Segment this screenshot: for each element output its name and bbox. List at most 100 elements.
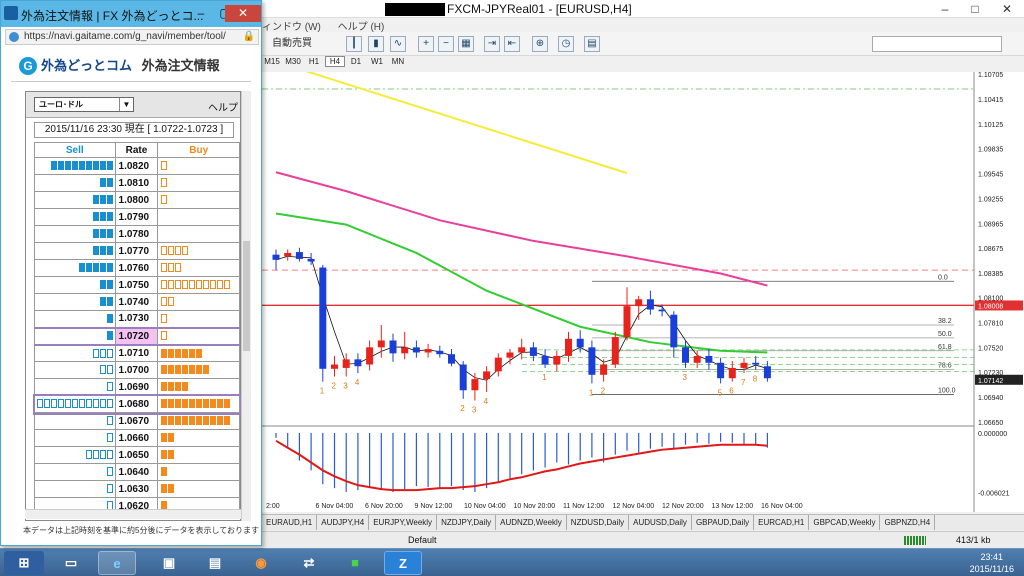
order-row: 1.0700: [34, 361, 240, 379]
gaitame-close-button[interactable]: ✕: [225, 5, 261, 22]
fib-level-label: 50.0: [938, 331, 952, 338]
tf-w1[interactable]: W1: [367, 57, 387, 66]
close-button[interactable]: ✕: [992, 0, 1022, 18]
pair-select[interactable]: ユーロ･ドル ▼: [34, 97, 134, 112]
teamviewer-icon[interactable]: ⇄: [290, 551, 328, 575]
buy-stop-square: [168, 246, 175, 256]
system-clock[interactable]: 23:41 2015/11/16: [970, 551, 1014, 575]
symbol-tab[interactable]: EURAUD,H1: [262, 515, 318, 530]
mt4-taskbar-icon[interactable]: Z: [384, 551, 422, 575]
buy-stop-square: [168, 263, 175, 273]
symbol-tab[interactable]: EURCAD,H1: [754, 515, 810, 530]
help-link[interactable]: ヘルプ: [208, 99, 238, 114]
search-input[interactable]: [872, 36, 1002, 52]
sell-stop-square: [99, 365, 106, 375]
price-axis-label: 1.10125: [978, 122, 1003, 129]
gaitame-minimize-button[interactable]: –: [189, 5, 213, 22]
auto-trading-button[interactable]: 自動売買: [272, 35, 312, 53]
price-axis-label: 1.09545: [978, 172, 1003, 179]
time-axis-label: 11 Nov 12:00: [563, 503, 604, 510]
candle-body: [483, 371, 491, 380]
app-icon-2[interactable]: ▤: [196, 551, 234, 575]
sell-limit-square: [106, 212, 113, 222]
buy-orders-cell: [157, 276, 240, 294]
ie-browser-icon[interactable]: e: [98, 551, 136, 575]
sell-stop-square: [92, 348, 99, 358]
sell-limit-square: [106, 161, 113, 171]
bar-chart-icon[interactable]: ┃: [346, 36, 362, 52]
zoom-in-icon[interactable]: +: [418, 36, 434, 52]
zoom-out-icon[interactable]: −: [438, 36, 454, 52]
fib-level-label: 100.0: [938, 388, 956, 395]
sell-stop-square: [106, 433, 113, 443]
address-bar[interactable]: https://navi.gaitame.com/g_navi/member/t…: [5, 29, 259, 45]
line-chart-icon[interactable]: ∿: [390, 36, 406, 52]
line-app-icon[interactable]: ■: [336, 551, 374, 575]
sell-limit-square: [71, 161, 78, 171]
symbol-tab[interactable]: GBPCAD,Weekly: [809, 515, 881, 530]
tf-d1[interactable]: D1: [346, 57, 366, 66]
price-axis-label: 1.09835: [978, 147, 1003, 154]
buy-limit-square: [168, 450, 175, 460]
explorer-icon[interactable]: ▭: [52, 551, 90, 575]
buy-orders-cell: [157, 344, 240, 362]
lock-icon: 🔒: [242, 31, 255, 42]
price-chart[interactable]: 0.0 38.2 50.0 61.8 78.6 100.0 1 2 3 4 2 3 4 1 1 2 3 5 6 7 8 1…: [262, 72, 1024, 512]
indicators-icon[interactable]: ⊕: [532, 36, 548, 52]
templates-icon[interactable]: ▤: [584, 36, 600, 52]
candle-chart-icon[interactable]: ▮: [368, 36, 384, 52]
start-button[interactable]: ⊞: [4, 551, 44, 575]
tf-mn[interactable]: MN: [388, 57, 408, 66]
sell-limit-square: [78, 161, 85, 171]
candle-body: [307, 258, 315, 262]
candle-body: [611, 337, 619, 365]
rate-cell: 1.0690: [114, 378, 159, 396]
tf-h1[interactable]: H1: [304, 57, 324, 66]
price-axis-label: 1.10705: [978, 72, 1003, 79]
buy-stop-square: [210, 280, 217, 290]
maximize-button[interactable]: □: [960, 0, 990, 18]
wave-count-label: 1: [320, 387, 325, 396]
horizontal-scrollbar[interactable]: [25, 509, 241, 519]
vertical-scrollbar[interactable]: [241, 91, 251, 521]
symbol-tab[interactable]: GBPAUD,Daily: [692, 515, 755, 530]
buy-stop-square: [161, 195, 168, 205]
wave-count-label: 3: [343, 382, 348, 391]
buy-limit-square: [196, 348, 203, 358]
macd-axis-label: -0.006021: [978, 490, 1010, 497]
symbol-tab[interactable]: GBPNZD,H4: [880, 515, 936, 530]
sell-limit-square: [92, 229, 99, 239]
sell-limit-square: [78, 263, 85, 273]
symbol-tab[interactable]: AUDNZD,Weekly: [496, 515, 567, 530]
tile-windows-icon[interactable]: ▦: [458, 36, 474, 52]
period-clock-icon[interactable]: ◷: [558, 36, 574, 52]
symbol-tab[interactable]: AUDUSD,Daily: [629, 515, 692, 530]
buy-limit-square: [175, 348, 182, 358]
tf-m30[interactable]: M30: [283, 57, 303, 66]
sell-limit-square: [99, 161, 106, 171]
symbol-tab[interactable]: EURJPY,Weekly: [369, 515, 438, 530]
buy-limit-square: [210, 416, 217, 426]
rate-cell: 1.0750: [114, 276, 159, 294]
scroll-thumb[interactable]: [243, 241, 250, 351]
symbol-tab[interactable]: NZDUSD,Daily: [567, 515, 630, 530]
buy-limit-square: [168, 382, 175, 392]
buy-orders-cell: [157, 412, 240, 430]
time-axis-label: 16 Nov 04:00: [761, 503, 803, 510]
symbol-tab[interactable]: NZDJPY,Daily: [437, 515, 497, 530]
chart-shift-icon[interactable]: ⇤: [504, 36, 520, 52]
symbol-tab[interactable]: AUDJPY,H4: [317, 515, 370, 530]
auto-scroll-icon[interactable]: ⇥: [484, 36, 500, 52]
redacted-account: [385, 3, 445, 17]
fib-level-label: 0.0: [938, 274, 948, 281]
app-icon-1[interactable]: ▣: [150, 551, 188, 575]
tf-m15[interactable]: M15: [262, 57, 282, 66]
candle-body: [670, 314, 678, 348]
minimize-button[interactable]: –: [930, 0, 960, 18]
buy-limit-square: [161, 450, 168, 460]
buy-orders-cell: [157, 378, 240, 396]
tf-h4[interactable]: H4: [325, 56, 345, 67]
wave-count-label: 8: [753, 375, 758, 384]
firefox-icon[interactable]: ◉: [242, 551, 280, 575]
globe-icon: [9, 32, 19, 42]
